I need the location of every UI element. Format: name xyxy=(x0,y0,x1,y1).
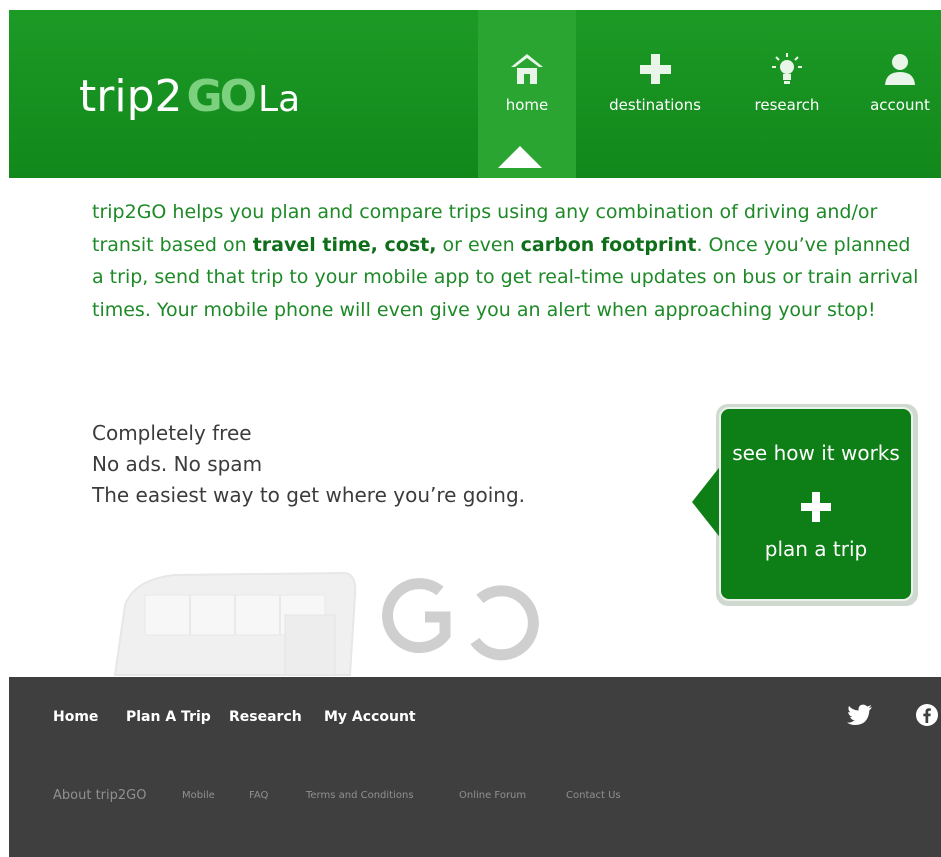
plus-icon xyxy=(721,491,911,523)
nav-account-label: account xyxy=(870,96,930,114)
nav-destinations-label: destinations xyxy=(609,96,701,114)
twitter-icon[interactable] xyxy=(847,704,873,730)
feature-item: Completely free xyxy=(92,421,252,445)
go-logo-mark xyxy=(382,578,539,661)
nav-research-label: research xyxy=(754,96,820,114)
nav-research[interactable]: research xyxy=(739,10,835,178)
intro-bold-1: travel time, cost, xyxy=(252,233,437,256)
footer-link-research[interactable]: Research xyxy=(229,709,302,725)
facebook-icon[interactable] xyxy=(915,703,939,731)
footer-link-home[interactable]: Home xyxy=(53,709,98,725)
logo-prefix: trip2 xyxy=(79,71,183,122)
nav-destinations[interactable]: destinations xyxy=(592,10,718,178)
home-icon xyxy=(478,52,576,96)
hero-bus-illustration xyxy=(95,565,565,677)
nav-home-label: home xyxy=(505,96,549,114)
footer-link-mobile[interactable]: Mobile xyxy=(182,790,215,801)
site-footer: Home Plan A Trip Research My Account Abo… xyxy=(9,677,941,857)
footer-link-contact[interactable]: Contact Us xyxy=(566,790,621,801)
footer-link-faq[interactable]: FAQ xyxy=(249,790,268,801)
intro-text-2: or even xyxy=(436,233,521,256)
footer-link-plan-a-trip[interactable]: Plan A Trip xyxy=(126,709,211,725)
plus-icon xyxy=(592,52,718,96)
feature-item: No ads. No spam xyxy=(92,452,263,476)
cta-bottom-label: plan a trip xyxy=(764,537,868,561)
site-header: trip2GO La home destinations research ac… xyxy=(9,10,941,178)
cta-top-label: see how it works xyxy=(732,441,900,465)
nav-account[interactable]: account xyxy=(859,10,941,178)
intro-paragraph: trip2GO helps you plan and compare trips… xyxy=(92,196,924,326)
footer-link-terms[interactable]: Terms and Conditions xyxy=(306,790,414,801)
logo-go-mark: GO xyxy=(186,71,258,122)
feature-list: Completely free No ads. No spam The easi… xyxy=(92,418,525,511)
active-nav-indicator xyxy=(498,146,542,168)
footer-link-forum[interactable]: Online Forum xyxy=(459,790,526,801)
logo-suffix: La xyxy=(258,79,301,120)
site-logo[interactable]: trip2GO La xyxy=(79,72,300,125)
intro-bold-2: carbon footprint xyxy=(520,233,697,256)
footer-link-about[interactable]: About trip2GO xyxy=(53,788,146,803)
lightbulb-icon xyxy=(739,52,835,96)
user-icon xyxy=(859,52,941,96)
cta-pointer xyxy=(692,464,722,540)
footer-link-my-account[interactable]: My Account xyxy=(324,709,416,725)
plan-trip-cta[interactable]: see how it works plan a trip xyxy=(719,407,913,601)
feature-item: The easiest way to get where you’re goin… xyxy=(92,483,526,507)
